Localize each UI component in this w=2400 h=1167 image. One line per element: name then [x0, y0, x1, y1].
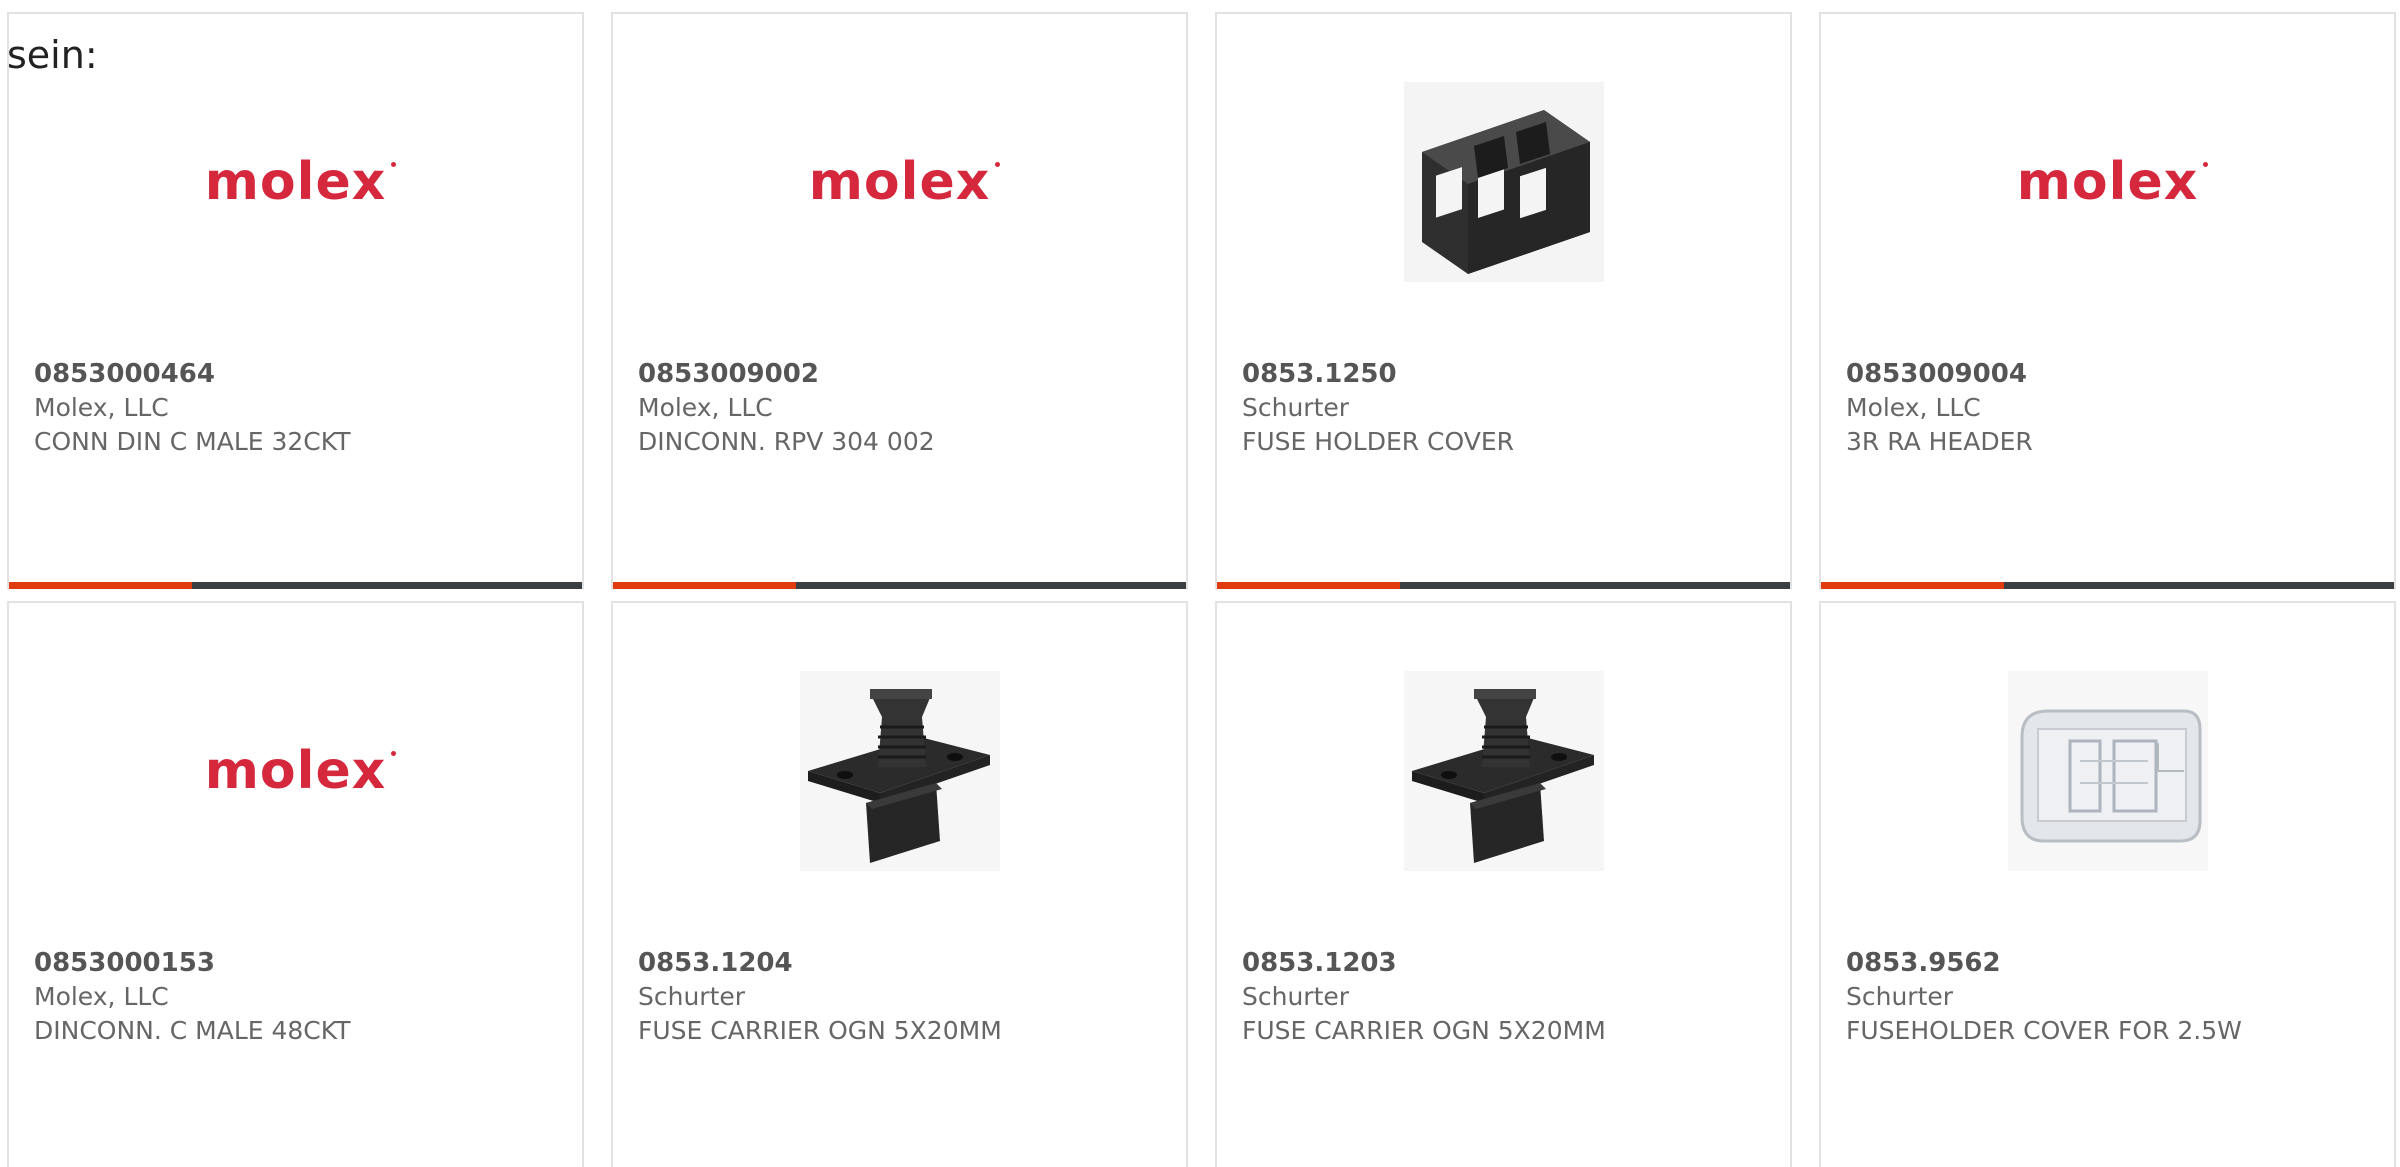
card-footer-bar: [1217, 582, 1790, 589]
intro-text: sein:: [7, 33, 98, 77]
product-info: 0853.1204 Schurter FUSE CARRIER OGN 5X20…: [638, 946, 1002, 1048]
card-accent-bar: [1217, 582, 1400, 589]
product-info: 0853.1250 Schurter FUSE HOLDER COVER: [1242, 357, 1514, 459]
manufacturer-name: Schurter: [1846, 982, 1954, 1011]
part-number-link[interactable]: 0853.1204: [638, 946, 1002, 980]
part-number-link[interactable]: 0853009004: [1846, 357, 2033, 391]
molex-logo[interactable]: molex: [9, 671, 582, 871]
product-info: 0853000464 Molex, LLC CONN DIN C MALE 32…: [34, 357, 351, 459]
part-number-link[interactable]: 0853009002: [638, 357, 935, 391]
manufacturer-name: Molex, LLC: [1846, 393, 1981, 422]
molex-logo[interactable]: molex: [9, 82, 582, 282]
molex-logo-dot: [2203, 162, 2209, 167]
fuse-carrier-photo[interactable]: [613, 671, 1186, 871]
product-info: 0853009002 Molex, LLC DINCONN. RPV 304 0…: [638, 357, 935, 459]
product-description: CONN DIN C MALE 32CKT: [34, 427, 351, 456]
product-description: FUSE HOLDER COVER: [1242, 427, 1515, 456]
fuse-carrier-image: [1403, 671, 1604, 871]
fuseholder-cover-image: [2007, 671, 2208, 871]
product-card[interactable]: molex 0853009004 Molex, LLC 3R RA HEADER: [1819, 12, 2396, 589]
product-card[interactable]: 0853.9562 Schurter FUSEHOLDER COVER FOR …: [1819, 601, 2396, 1167]
molex-logo-text: molex: [809, 156, 1001, 208]
molex-logo[interactable]: molex: [613, 82, 1186, 282]
molex-logo-dot: [391, 751, 397, 756]
part-number-link[interactable]: 0853000464: [34, 357, 351, 391]
product-description: FUSE CARRIER OGN 5X20MM: [638, 1016, 1002, 1045]
product-card[interactable]: molex 0853000464 Molex, LLC CONN DIN C M…: [7, 12, 584, 589]
product-info: 0853000153 Molex, LLC DINCONN. C MALE 48…: [34, 946, 351, 1048]
manufacturer-name: Schurter: [1242, 393, 1350, 422]
manufacturer-name: Schurter: [1242, 982, 1350, 1011]
part-number-link[interactable]: 0853000153: [34, 946, 351, 980]
part-number-link[interactable]: 0853.9562: [1846, 946, 2242, 980]
product-info: 0853.1203 Schurter FUSE CARRIER OGN 5X20…: [1242, 946, 1606, 1048]
card-footer-bar: [9, 582, 582, 589]
molex-logo-text: molex: [2017, 156, 2209, 208]
product-info: 0853.9562 Schurter FUSEHOLDER COVER FOR …: [1846, 946, 2242, 1048]
card-footer-bar: [613, 582, 1186, 589]
product-info: 0853009004 Molex, LLC 3R RA HEADER: [1846, 357, 2033, 459]
card-accent-bar: [1821, 582, 2004, 589]
molex-logo-dot: [391, 162, 397, 167]
fuseholder-cover-clear-photo[interactable]: [1821, 671, 2394, 871]
fuse-carrier-photo[interactable]: [1217, 671, 1790, 871]
product-grid-page: sein: molex 0853000464 Molex, LLC CONN D…: [0, 0, 2400, 1167]
product-card[interactable]: 0853.1250 Schurter FUSE HOLDER COVER: [1215, 12, 1792, 589]
manufacturer-name: Molex, LLC: [34, 982, 169, 1011]
product-card[interactable]: 0853.1203 Schurter FUSE CARRIER OGN 5X20…: [1215, 601, 1792, 1167]
product-card[interactable]: 0853.1204 Schurter FUSE CARRIER OGN 5X20…: [611, 601, 1188, 1167]
molex-logo-text: molex: [205, 745, 397, 797]
manufacturer-name: Schurter: [638, 982, 746, 1011]
molex-logo-text: molex: [205, 156, 397, 208]
manufacturer-name: Molex, LLC: [34, 393, 169, 422]
fuse-holder-cover-photo[interactable]: [1217, 82, 1790, 282]
product-description: DINCONN. C MALE 48CKT: [34, 1016, 351, 1045]
fuse-holder-cover-image: [1403, 82, 1604, 282]
molex-logo-dot: [995, 162, 1001, 167]
product-description: FUSE CARRIER OGN 5X20MM: [1242, 1016, 1606, 1045]
product-description: 3R RA HEADER: [1846, 427, 2033, 456]
card-footer-bar: [1821, 582, 2394, 589]
product-description: FUSEHOLDER COVER FOR 2.5W: [1846, 1016, 2242, 1045]
card-accent-bar: [9, 582, 192, 589]
product-card[interactable]: molex 0853009002 Molex, LLC DINCONN. RPV…: [611, 12, 1188, 589]
molex-logo[interactable]: molex: [1821, 82, 2394, 282]
card-accent-bar: [613, 582, 796, 589]
product-card[interactable]: molex 0853000153 Molex, LLC DINCONN. C M…: [7, 601, 584, 1167]
part-number-link[interactable]: 0853.1203: [1242, 946, 1606, 980]
product-description: DINCONN. RPV 304 002: [638, 427, 935, 456]
part-number-link[interactable]: 0853.1250: [1242, 357, 1514, 391]
fuse-carrier-image: [799, 671, 1000, 871]
manufacturer-name: Molex, LLC: [638, 393, 773, 422]
